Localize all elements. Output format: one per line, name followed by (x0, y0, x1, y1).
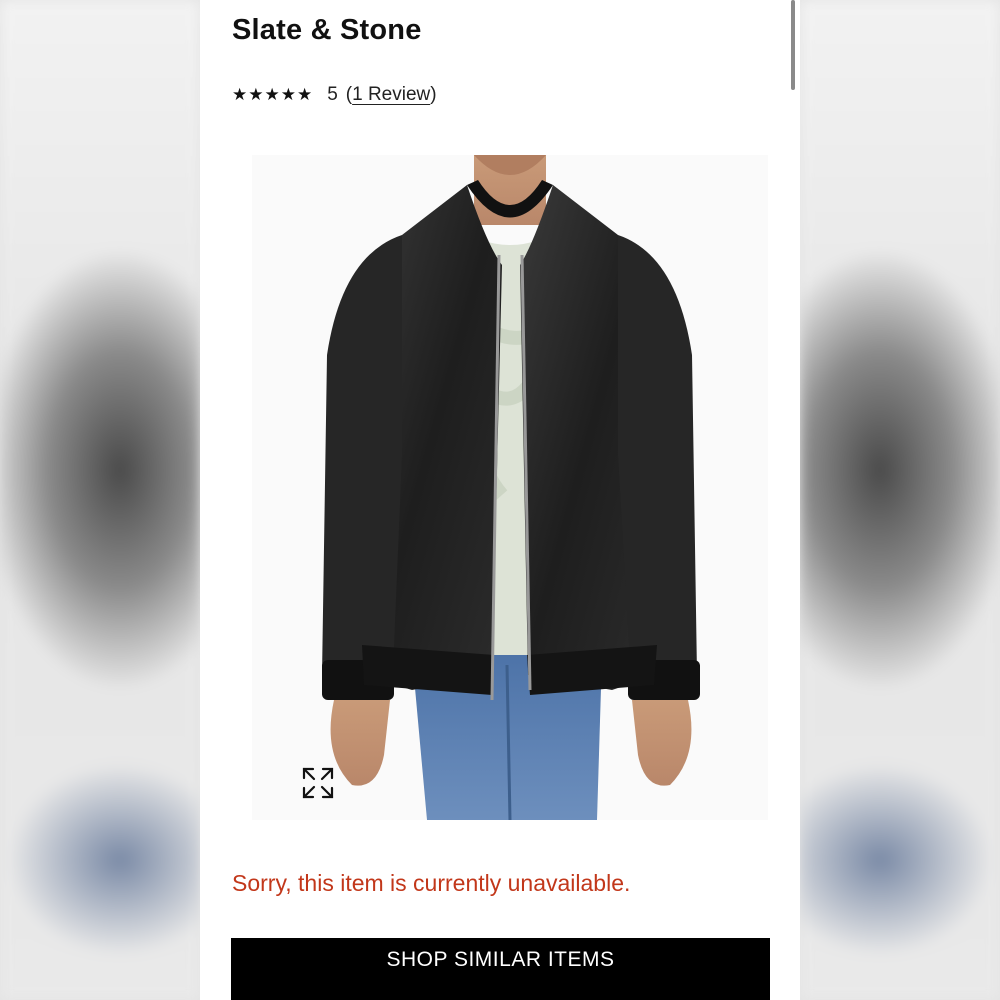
product-panel: Slate & Stone ★★★★★ 5 (1 Review) Sorry, … (200, 0, 800, 1000)
brand-name: Slate & Stone (232, 14, 422, 46)
star-rating: ★★★★★ (232, 85, 314, 104)
rating-row: ★★★★★ 5 (1 Review) (232, 84, 437, 106)
blurred-backdrop-right (800, 0, 1000, 1000)
rating-score: 5 (327, 84, 338, 105)
product-image[interactable] (252, 155, 768, 820)
expand-icon[interactable] (300, 765, 336, 801)
shop-similar-items-button[interactable]: SHOP SIMILAR ITEMS (231, 938, 770, 1000)
review-count-link[interactable]: 1 Review (352, 84, 430, 106)
scrollbar-thumb[interactable] (791, 0, 795, 90)
jacket-illustration (322, 155, 700, 820)
unavailable-message: Sorry, this item is currently unavailabl… (232, 870, 631, 896)
review-paren-close: ) (430, 84, 437, 105)
blurred-backdrop-left (0, 0, 200, 1000)
